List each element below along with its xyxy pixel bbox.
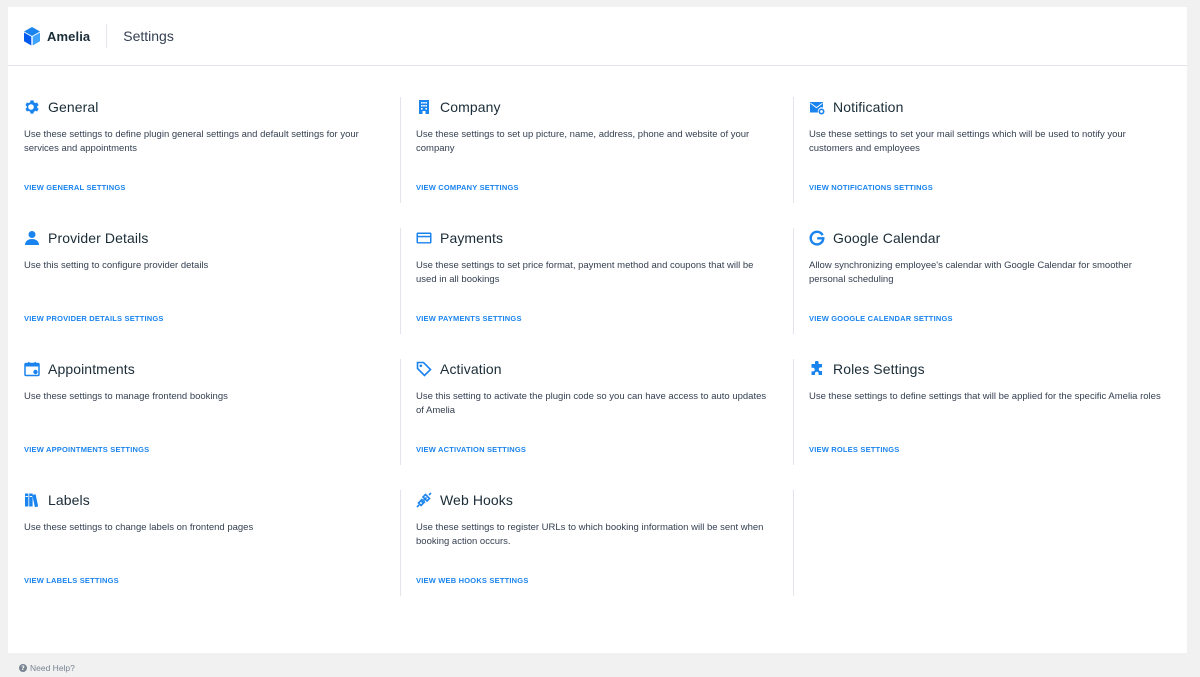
need-help-link[interactable]: ? Need Help? — [19, 663, 75, 673]
view-labels-settings-link[interactable]: VIEW LABELS SETTINGS — [24, 576, 119, 585]
settings-grid: General Use these settings to define plu… — [8, 97, 1187, 621]
card-company: Company Use these settings to set up pic… — [401, 97, 794, 203]
card-title: Provider Details — [48, 230, 149, 246]
card-description: Use these settings to register URLs to w… — [416, 522, 764, 547]
view-appointments-settings-link[interactable]: VIEW APPOINTMENTS SETTINGS — [24, 445, 149, 454]
card-description: Use this setting to configure provider d… — [24, 260, 209, 271]
card-description: Use these settings to define settings th… — [809, 391, 1161, 402]
credit-card-icon — [416, 230, 432, 246]
card-appointments: Appointments Use these settings to manag… — [8, 359, 401, 465]
view-roles-settings-link[interactable]: VIEW ROLES SETTINGS — [809, 445, 899, 454]
view-general-settings-link[interactable]: VIEW GENERAL SETTINGS — [24, 183, 126, 192]
settings-row: Appointments Use these settings to manag… — [8, 359, 1187, 490]
card-google-calendar: Google Calendar Allow synchronizing empl… — [794, 228, 1187, 334]
header-divider — [106, 24, 108, 48]
card-web-hooks: Web Hooks Use these settings to register… — [401, 490, 794, 596]
card-payments: Payments Use these settings to set price… — [401, 228, 794, 334]
amelia-logo[interactable]: Amelia — [23, 26, 91, 46]
view-company-settings-link[interactable]: VIEW COMPANY SETTINGS — [416, 183, 519, 192]
card-description: Use these settings to set price format, … — [416, 260, 754, 285]
amelia-logo-icon — [24, 26, 40, 45]
logo-text: Amelia — [47, 28, 91, 44]
card-description: Use these settings to set up picture, na… — [416, 129, 750, 154]
empty-card-slot — [794, 490, 1187, 596]
settings-row: General Use these settings to define plu… — [8, 97, 1187, 228]
question-circle-icon: ? — [19, 664, 27, 672]
card-description: Use these settings to manage frontend bo… — [24, 391, 228, 402]
card-title: Web Hooks — [440, 492, 514, 508]
card-description: Use these settings to change labels on f… — [24, 522, 254, 533]
view-provider-details-settings-link[interactable]: VIEW PROVIDER DETAILS SETTINGS — [24, 314, 164, 323]
card-provider-details: Provider Details Use this setting to con… — [8, 228, 401, 334]
card-title: General — [48, 99, 99, 115]
card-title: Google Calendar — [833, 230, 941, 246]
view-activation-settings-link[interactable]: VIEW ACTIVATION SETTINGS — [416, 445, 526, 454]
settings-row: Provider Details Use this setting to con… — [8, 228, 1187, 359]
card-description: Use these settings to set your mail sett… — [809, 129, 1126, 154]
card-general: General Use these settings to define plu… — [8, 97, 401, 203]
card-description: Use these settings to define plugin gene… — [24, 129, 359, 154]
page-header: Amelia Settings — [8, 7, 1187, 66]
link-icon — [416, 492, 432, 508]
card-roles-settings: Roles Settings Use these settings to def… — [794, 359, 1187, 465]
card-activation: Activation Use this setting to activate … — [401, 359, 794, 465]
user-icon — [24, 230, 40, 246]
settings-panel: Amelia Settings General Use these settin… — [8, 7, 1187, 653]
page-title: Settings — [123, 28, 174, 44]
card-notification: Notification Use these settings to set y… — [794, 97, 1187, 203]
books-icon — [24, 492, 40, 508]
svg-text:?: ? — [21, 665, 25, 672]
tag-icon — [416, 361, 432, 377]
view-web-hooks-settings-link[interactable]: VIEW WEB HOOKS SETTINGS — [416, 576, 529, 585]
card-title: Payments — [440, 230, 504, 246]
card-title: Labels — [48, 492, 90, 508]
google-icon — [809, 230, 825, 246]
card-title: Company — [440, 99, 501, 115]
need-help-text: Need Help? — [30, 663, 75, 673]
gear-icon — [24, 99, 40, 115]
puzzle-icon — [809, 361, 825, 377]
card-title: Notification — [833, 99, 904, 115]
view-google-calendar-settings-link[interactable]: VIEW GOOGLE CALENDAR SETTINGS — [809, 314, 953, 323]
card-description: Allow synchronizing employee's calendar … — [809, 260, 1132, 285]
card-labels: Labels Use these settings to change labe… — [8, 490, 401, 596]
settings-row: Labels Use these settings to change labe… — [8, 490, 1187, 621]
building-icon — [416, 99, 432, 115]
view-payments-settings-link[interactable]: VIEW PAYMENTS SETTINGS — [416, 314, 522, 323]
envelope-icon — [809, 99, 825, 115]
view-notifications-settings-link[interactable]: VIEW NOTIFICATIONS SETTINGS — [809, 183, 933, 192]
card-title: Activation — [440, 361, 502, 377]
card-description: Use this setting to activate the plugin … — [416, 391, 767, 416]
card-title: Appointments — [48, 361, 135, 377]
calendar-icon — [24, 361, 40, 377]
card-title: Roles Settings — [833, 361, 925, 377]
